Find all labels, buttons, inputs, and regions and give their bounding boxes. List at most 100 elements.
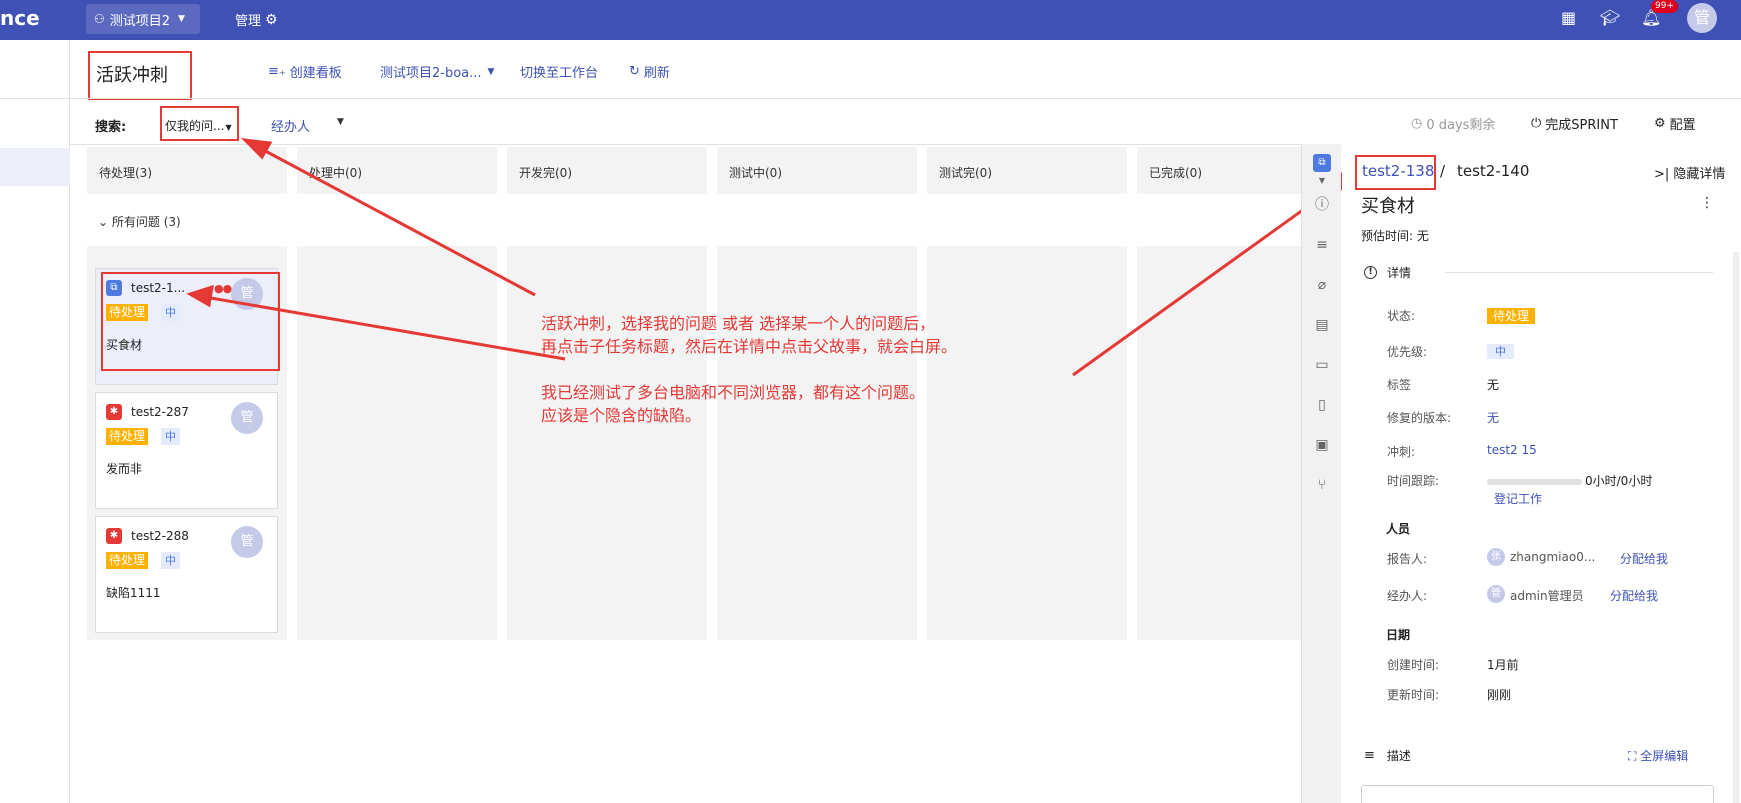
detail-scrollbar[interactable] xyxy=(1733,252,1739,803)
attachment-icon[interactable]: ⌀ xyxy=(1313,276,1331,294)
clipboard-icon[interactable]: ▯ xyxy=(1313,396,1331,414)
annotation-line: 应该是个隐含的缺陷。 xyxy=(541,406,702,425)
comment-icon[interactable]: ▭ xyxy=(1313,356,1331,374)
kebab-menu-icon[interactable]: ⋮ xyxy=(1700,195,1714,211)
details-divider xyxy=(1445,272,1713,273)
tags-value[interactable]: 无 xyxy=(1487,376,1499,393)
days-remaining: ◷ 0 days剩余 xyxy=(1411,114,1495,133)
reporter-name[interactable]: zhangmiao0... xyxy=(1510,550,1595,564)
description-icon: ≡ xyxy=(1364,748,1375,763)
fix-version-label: 修复的版本: xyxy=(1387,411,1452,425)
complete-sprint-button[interactable]: ⏻ 完成SPRINT xyxy=(1531,114,1618,133)
expand-icon: ⛶ xyxy=(1628,749,1637,763)
assign-to-me-link[interactable]: 分配给我 xyxy=(1620,550,1668,567)
config-label: 配置 xyxy=(1669,118,1696,133)
issue-key[interactable]: test2-287 xyxy=(131,405,189,419)
reporter-avatar: 张 xyxy=(1487,548,1505,566)
days-remaining-label: 0 days剩余 xyxy=(1426,118,1496,133)
branch-icon[interactable]: ⑂ xyxy=(1313,476,1331,494)
time-tracking-value: 0小时/0小时 xyxy=(1585,474,1653,488)
priority-field[interactable]: 中 xyxy=(1487,343,1514,359)
created-label: 创建时间: xyxy=(1387,658,1440,672)
issue-type-icon[interactable]: ⧉ xyxy=(1313,154,1331,172)
sidebar-divider xyxy=(0,98,70,99)
column-body xyxy=(1137,246,1301,640)
create-board-button[interactable]: ≡₊ 创建看板 xyxy=(268,62,342,81)
chevron-down-icon: ⌄ xyxy=(98,215,109,229)
priority-badge: 中 xyxy=(1487,344,1514,359)
description-icon[interactable]: ≡ xyxy=(1313,236,1331,254)
reporter-label: 报告人: xyxy=(1387,552,1428,566)
apps-grid-icon[interactable]: ▦ xyxy=(1561,8,1576,27)
assign-to-me-link[interactable]: 分配给我 xyxy=(1610,587,1658,604)
issue-key[interactable]: test2-288 xyxy=(131,529,189,543)
description-editor[interactable] xyxy=(1361,785,1714,803)
column-header: 测试完(0) xyxy=(927,147,1127,194)
search-label: 搜索: xyxy=(95,120,127,135)
people-heading: 人员 xyxy=(1386,522,1411,536)
fullscreen-edit-label: 全屏编辑 xyxy=(1640,749,1689,763)
issue-title[interactable]: 买食材 xyxy=(1361,192,1415,218)
fullscreen-edit-button[interactable]: ⛶ 全屏编辑 xyxy=(1628,747,1688,764)
config-button[interactable]: ⚙ 配置 xyxy=(1654,114,1696,133)
my-issues-filter[interactable]: 仅我的问...▼ xyxy=(160,106,239,141)
chevron-down-icon: ▼ xyxy=(225,123,232,132)
highlight-frame xyxy=(101,272,280,371)
info-icon[interactable]: ⓘ xyxy=(1313,196,1331,214)
power-icon: ⏻ xyxy=(1531,116,1542,131)
top-navbar: nce ⚇ 测试项目2 ▼ 管理 ⚙ ▦ 🎓︎ 🔔︎ 99+ 管 xyxy=(0,0,1741,40)
column-body xyxy=(507,246,707,640)
details-section-header: ! 详情 xyxy=(1364,264,1411,281)
assignee-avatar: 管 xyxy=(231,526,263,558)
fix-version-value[interactable]: 无 xyxy=(1487,409,1499,426)
assignee-avatar: 管 xyxy=(231,402,263,434)
issue-card[interactable]: ✱ test2-287 管 待处理 中 发而非 xyxy=(95,392,278,509)
log-work-link[interactable]: 登记工作 xyxy=(1494,490,1542,507)
issue-summary[interactable]: 发而非 xyxy=(106,460,142,477)
column-header: 开发完(0) xyxy=(507,147,707,194)
sprint-value[interactable]: test2 15 xyxy=(1487,443,1537,457)
calendar-icon[interactable]: ▣ xyxy=(1313,436,1331,454)
library-icon[interactable]: ▤ xyxy=(1313,316,1331,334)
issue-card[interactable]: ✱ test2-288 管 待处理 中 缺陷1111 xyxy=(95,516,278,633)
manage-menu[interactable]: 管理 ⚙ xyxy=(235,10,278,30)
time-tracking-label: 时间跟踪: xyxy=(1387,474,1440,488)
project-switcher[interactable]: ⚇ 测试项目2 ▼ xyxy=(86,4,200,34)
description-section-header: ≡ 描述 xyxy=(1364,747,1411,764)
time-tracking-bar xyxy=(1487,479,1582,485)
graduation-cap-icon[interactable]: 🎓︎ xyxy=(1600,8,1620,27)
swimlane-toggle[interactable]: ⌄ 所有问题 (3) xyxy=(98,213,181,230)
add-list-icon: ≡₊ xyxy=(268,64,286,79)
info-icon: ! xyxy=(1364,266,1377,279)
user-avatar[interactable]: 管 xyxy=(1687,3,1717,33)
sprint-label: 冲刺: xyxy=(1387,445,1416,459)
board-select[interactable]: 测试项目2-boa... ▼ xyxy=(380,62,494,81)
status-field[interactable]: 待处理 xyxy=(1487,307,1536,324)
sidebar-item-active[interactable] xyxy=(0,148,70,186)
my-issues-filter-label: 仅我的问... xyxy=(165,119,225,133)
assignee-filter[interactable]: 经办人 xyxy=(271,116,310,135)
left-sidebar xyxy=(0,40,70,803)
refresh-icon: ↻ xyxy=(629,64,640,79)
priority-label: 优先级: xyxy=(1387,345,1428,359)
annotation-line: 我已经测试了多台电脑和不同浏览器，都有这个问题。 xyxy=(541,383,926,402)
description-heading: 描述 xyxy=(1386,749,1411,763)
column-body xyxy=(717,246,917,640)
board-select-label: 测试项目2-boa... xyxy=(380,66,482,81)
priority-badge: 中 xyxy=(161,428,180,445)
chevron-down-icon[interactable]: ▼ xyxy=(1313,172,1331,190)
switch-workbench-button[interactable]: 切换至工作台 xyxy=(520,62,598,81)
refresh-button[interactable]: ↻ 刷新 xyxy=(629,62,670,81)
tags-label: 标签 xyxy=(1387,378,1412,392)
column-body xyxy=(927,246,1127,640)
chevron-down-icon[interactable]: ▼ xyxy=(337,117,344,127)
assignee-name[interactable]: admin管理员 xyxy=(1510,587,1584,604)
breadcrumb-separator: / xyxy=(1440,162,1446,180)
issue-summary[interactable]: 缺陷1111 xyxy=(106,584,161,601)
estimate-text: 预估时间: 无 xyxy=(1361,229,1429,243)
clock-icon: ◷ xyxy=(1411,116,1423,131)
collapse-icon: >| xyxy=(1654,167,1670,182)
hide-detail-button[interactable]: >| 隐藏详情 xyxy=(1654,163,1725,182)
hide-detail-label: 隐藏详情 xyxy=(1673,167,1726,182)
parent-issue-link[interactable]: test2-138 xyxy=(1362,162,1434,180)
